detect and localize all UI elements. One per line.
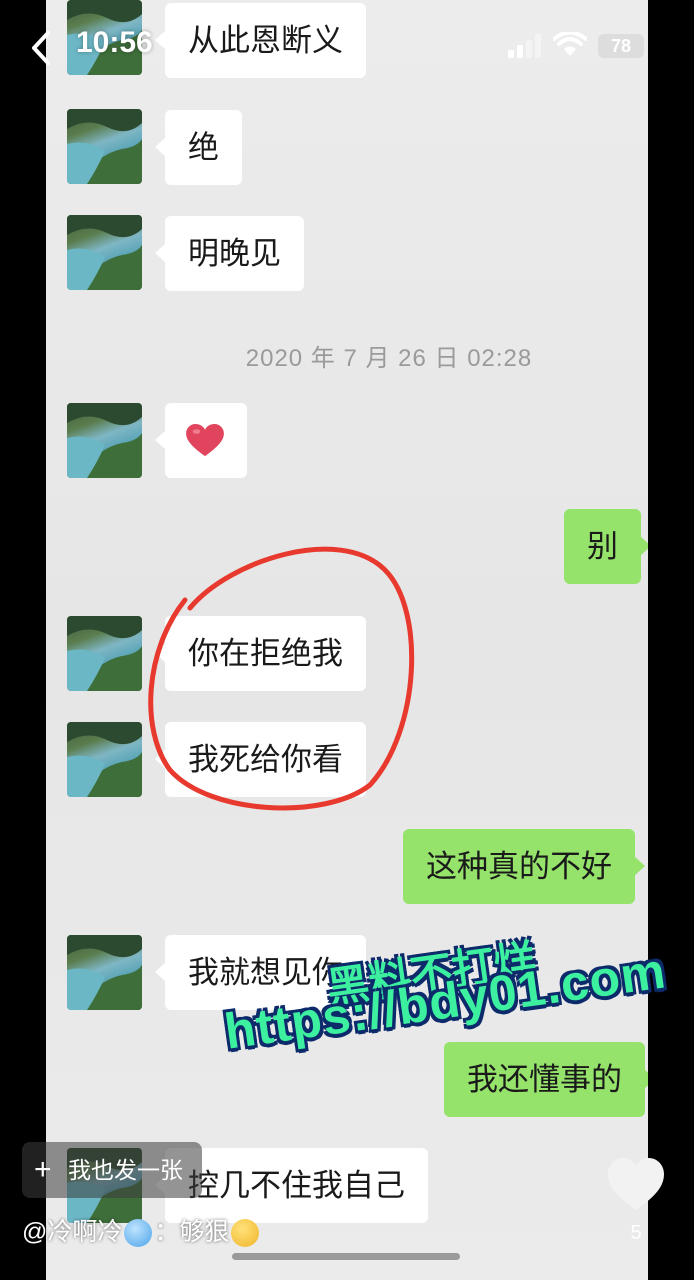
landscape-avatar-icon — [67, 722, 142, 797]
received-emoji-bubble[interactable] — [155, 403, 247, 478]
back-chevron-icon[interactable] — [28, 30, 54, 66]
received-message-bubble[interactable]: 我就想见你 — [155, 935, 366, 1010]
plus-icon: + — [34, 1153, 52, 1186]
contact-avatar[interactable] — [67, 215, 142, 290]
red-heart-icon — [186, 424, 224, 457]
contact-avatar[interactable] — [67, 935, 142, 1010]
cellular-signal-icon — [508, 34, 541, 58]
contact-avatar[interactable] — [67, 722, 142, 797]
sent-message-bubble[interactable]: 我还懂事的 — [444, 1042, 648, 1117]
like-count: 5 — [630, 1222, 642, 1244]
post-also-button[interactable]: + 我也发一张 — [22, 1142, 202, 1198]
chat-timestamp: 2020 年 7 月 26 日 02:28 — [245, 345, 533, 372]
landscape-avatar-icon — [67, 109, 142, 184]
sent-message-bubble[interactable]: 这种真的不好 — [403, 829, 645, 904]
landscape-avatar-icon — [67, 403, 142, 478]
status-bar: 10:56 78 — [0, 0, 694, 90]
chat-screen: 从此恩断义 绝 明晚见 2020 年 7 月 26 日 02:28 别 你在拒绝… — [46, 0, 648, 1280]
scream-face-icon — [231, 1219, 260, 1248]
landscape-avatar-icon — [67, 616, 142, 691]
received-message-bubble[interactable]: 你在拒绝我 — [155, 616, 366, 691]
contact-avatar[interactable] — [67, 403, 142, 478]
received-message-bubble[interactable]: 绝 — [155, 110, 242, 185]
comment-text: 够狠 — [179, 1218, 230, 1246]
battery-indicator: 78 — [598, 34, 644, 58]
comment-user[interactable]: @冷啊冷 — [22, 1218, 122, 1246]
received-message-bubble[interactable]: 明晚见 — [155, 216, 304, 291]
top-comment[interactable]: @冷啊冷 ：够狠 — [22, 1212, 261, 1248]
status-clock: 10:56 — [76, 26, 153, 59]
comment-separator: ： — [154, 1218, 180, 1246]
cold-face-icon — [124, 1219, 153, 1248]
sent-message-bubble[interactable]: 别 — [564, 509, 648, 584]
post-also-label: 我也发一张 — [68, 1157, 183, 1183]
landscape-avatar-icon — [67, 935, 142, 1010]
home-indicator[interactable] — [232, 1253, 460, 1260]
received-message-bubble[interactable]: 我死给你看 — [155, 722, 366, 797]
landscape-avatar-icon — [67, 215, 142, 290]
wifi-icon — [553, 32, 587, 56]
contact-avatar[interactable] — [67, 616, 142, 691]
like-heart-icon[interactable] — [608, 1158, 664, 1212]
contact-avatar[interactable] — [67, 109, 142, 184]
